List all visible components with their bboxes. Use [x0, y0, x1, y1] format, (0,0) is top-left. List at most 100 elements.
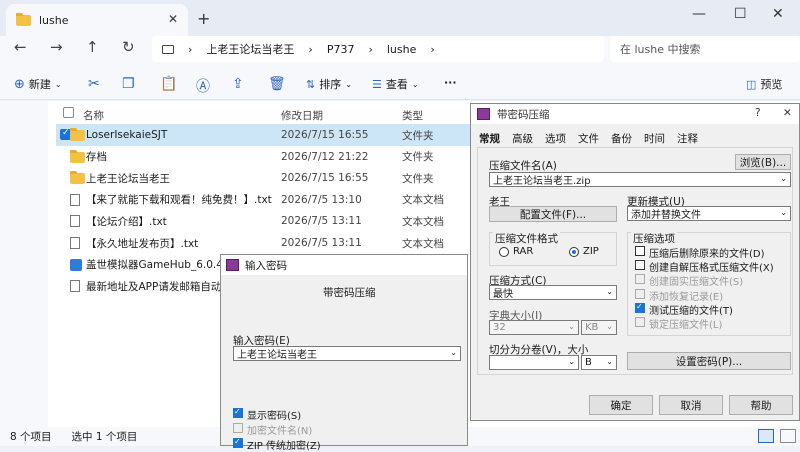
- select-all-checkbox[interactable]: [63, 107, 74, 118]
- ok-button[interactable]: 确定: [589, 395, 653, 415]
- close-icon[interactable]: ✕: [783, 107, 792, 119]
- option-checkbox[interactable]: [635, 302, 645, 313]
- password-value: 上老王论坛当老王: [237, 350, 317, 361]
- search-input[interactable]: 在 lushe 中搜索: [610, 36, 800, 62]
- password-dialog-title: 输入密码: [245, 259, 287, 272]
- cut-icon[interactable]: ✂: [88, 76, 100, 92]
- split-unit-select[interactable]: B ⌄: [581, 355, 617, 370]
- password-dialog-titlebar: 输入密码: [221, 255, 467, 275]
- file-type: 文本文档: [402, 237, 444, 250]
- method-select[interactable]: 最快 ⌄: [489, 285, 617, 300]
- rename-icon[interactable]: Ⓐ: [196, 76, 210, 96]
- option-label: 创建固实压缩文件(S): [649, 277, 744, 289]
- delete-icon[interactable]: 🗑: [268, 76, 286, 92]
- zip-legacy-checkbox[interactable]: [233, 437, 243, 448]
- dialog-tab[interactable]: 时间: [644, 131, 665, 146]
- up-button[interactable]: ↑: [86, 38, 99, 56]
- share-icon[interactable]: ⇪: [232, 76, 244, 92]
- file-name: 存档: [86, 151, 107, 164]
- folder-icon: [70, 128, 85, 141]
- file-row[interactable]: 存档 2026/7/12 21:22 文件夹: [56, 146, 476, 168]
- minimize-button[interactable]: —: [692, 6, 706, 22]
- chevron-down-icon: ⌄: [606, 357, 613, 366]
- view-label: 查看: [385, 78, 408, 91]
- file-row[interactable]: 【永久地址发布页】.txt 2026/7/5 13:11 文本文档: [56, 232, 476, 254]
- address-bar[interactable]: › 上老王论坛当老王 › P737 › lushe ›: [152, 36, 604, 62]
- option-checkbox: [635, 317, 645, 327]
- new-tab-button[interactable]: +: [197, 9, 210, 28]
- help-button[interactable]: 帮助: [729, 395, 793, 415]
- search-placeholder: 在 lushe 中搜索: [620, 43, 701, 56]
- browse-button[interactable]: 浏览(B)...: [735, 154, 791, 170]
- split-size-select[interactable]: ⌄: [489, 355, 579, 370]
- compress-dialog-title: 带密码压缩: [497, 108, 550, 121]
- tab-lushe[interactable]: lushe ✕: [6, 4, 188, 36]
- breadcrumb-sep-icon: ›: [188, 42, 193, 56]
- close-window-button[interactable]: ✕: [772, 6, 784, 22]
- archive-name-input[interactable]: 上老王论坛当老王.zip ⌄: [489, 172, 791, 187]
- refresh-button[interactable]: ↻: [122, 38, 135, 56]
- split-unit-value: B: [585, 357, 592, 368]
- chevron-down-icon[interactable]: ⌄: [780, 174, 787, 183]
- set-password-button[interactable]: 设置密码(P)...: [627, 352, 791, 370]
- column-header-name[interactable]: 名称: [83, 108, 104, 123]
- text-file-icon: [70, 193, 80, 206]
- password-dialog: 输入密码 带密码压缩 输入密码(E) 上老王论坛当老王 ⌄ 显示密码(S) 加密…: [220, 254, 468, 452]
- column-header-date[interactable]: 修改日期: [281, 108, 323, 123]
- paste-icon[interactable]: 📋: [160, 76, 177, 92]
- file-type: 文本文档: [402, 215, 444, 228]
- file-row[interactable]: 【来了就能下载和观看！纯免费！】.txt 2026/7/5 13:10 文本文档: [56, 189, 476, 211]
- view-icon: ☰: [372, 77, 382, 91]
- maximize-button[interactable]: ☐: [734, 6, 747, 22]
- tiles-view-icon[interactable]: [780, 429, 796, 443]
- help-icon[interactable]: ?: [755, 107, 761, 119]
- file-name: LoserIsekaieSJT: [86, 129, 168, 141]
- new-button[interactable]: ⊕ 新建 ⌄: [14, 76, 62, 92]
- dialog-tab[interactable]: 注释: [677, 131, 698, 146]
- close-tab-icon[interactable]: ✕: [168, 12, 178, 26]
- chevron-down-icon[interactable]: ⌄: [450, 348, 457, 357]
- copy-icon[interactable]: ❐: [122, 76, 135, 92]
- compress-dialog-titlebar: 带密码压缩 ? ✕: [471, 104, 799, 124]
- view-button[interactable]: ☰ 查看 ⌄: [372, 76, 419, 92]
- breadcrumb-item[interactable]: P737: [327, 43, 355, 56]
- compress-dialog: 带密码压缩 ? ✕ 常规 高级 选项 文件 备份 时间 注释 压缩文件名(A) 浏览(B).…: [470, 103, 800, 421]
- breadcrumb-item[interactable]: lushe: [387, 43, 417, 56]
- dialog-tab[interactable]: 文件: [578, 131, 599, 146]
- dialog-tab[interactable]: 高级: [512, 131, 533, 146]
- encrypt-names-checkbox: [233, 423, 243, 433]
- encrypt-names-label: 加密文件名(N): [247, 426, 313, 437]
- back-button[interactable]: ←: [14, 38, 27, 56]
- password-input[interactable]: 上老王论坛当老王 ⌄: [233, 346, 461, 361]
- preview-label: 预览: [760, 78, 783, 91]
- dialog-tab[interactable]: 备份: [611, 131, 632, 146]
- breadcrumb-sep-icon: ›: [308, 42, 313, 56]
- file-row[interactable]: LoserIsekaieSJT 2026/7/15 16:55 文件夹: [56, 124, 476, 146]
- show-password-checkbox[interactable]: [233, 407, 243, 418]
- details-view-icon[interactable]: [758, 429, 774, 443]
- zip-radio[interactable]: [569, 247, 579, 257]
- update-mode-select[interactable]: 添加并替换文件 ⌄: [627, 206, 791, 221]
- config-button[interactable]: 配置文件(F)...: [489, 206, 617, 222]
- file-row[interactable]: 【论坛介绍】.txt 2026/7/5 13:11 文本文档: [56, 210, 476, 232]
- preview-button[interactable]: ◫ 预览: [746, 76, 782, 92]
- navigation-pane[interactable]: [0, 101, 48, 431]
- archive-name-value: 上老王论坛当老王.zip: [493, 176, 591, 187]
- cancel-button[interactable]: 取消: [659, 395, 723, 415]
- option-checkbox[interactable]: [635, 260, 645, 271]
- rar-radio[interactable]: [499, 247, 509, 257]
- chevron-down-icon: ⌄: [54, 79, 62, 89]
- sort-button[interactable]: ⇅ 排序 ⌄: [306, 76, 352, 92]
- sort-icon: ⇅: [306, 77, 316, 91]
- option-checkbox[interactable]: [635, 246, 645, 256]
- forward-button[interactable]: →: [50, 38, 63, 56]
- column-header-type[interactable]: 类型: [402, 108, 423, 123]
- dialog-tab[interactable]: 选项: [545, 131, 566, 146]
- chevron-down-icon: ⌄: [568, 357, 575, 366]
- rar-label: RAR: [513, 246, 534, 257]
- file-name: 上老王论坛当老王: [86, 172, 170, 185]
- dialog-tab[interactable]: 常规: [479, 131, 500, 146]
- breadcrumb-item[interactable]: 上老王论坛当老王: [206, 41, 294, 57]
- file-row[interactable]: 上老王论坛当老王 2026/7/15 16:55 文件夹: [56, 167, 476, 189]
- more-options-button[interactable]: ···: [444, 76, 457, 89]
